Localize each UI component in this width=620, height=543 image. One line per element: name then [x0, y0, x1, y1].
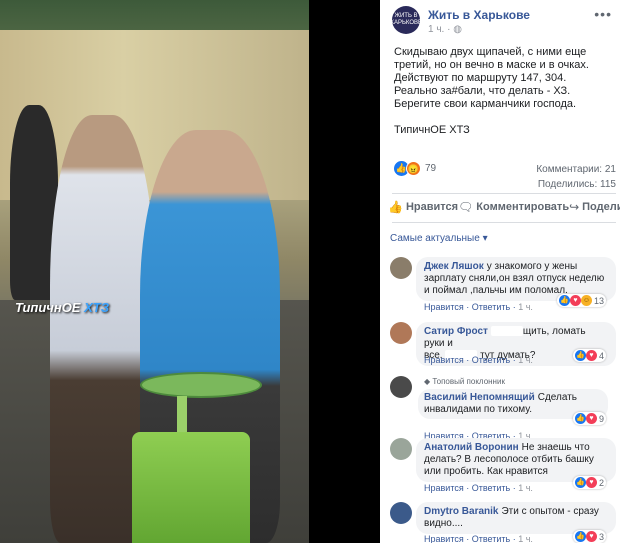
- like-reaction-icon: 👍: [574, 413, 586, 424]
- bin-pole: [177, 396, 187, 436]
- comment-actions: Нравится · Ответить · 1 ч.: [424, 534, 533, 543]
- love-reaction-icon: ♥: [585, 531, 597, 542]
- comment-time[interactable]: 1 ч.: [518, 534, 533, 543]
- post-stats: Комментарии: 21 Поделились: 115: [536, 162, 616, 192]
- comment-item: Анатолий Воронин Не знаешь что делать? В …: [390, 438, 618, 494]
- share-arrow-icon: ↪: [569, 200, 580, 214]
- comment-item: Сатир Фрост щить, ломать руки и все. тут …: [390, 322, 618, 366]
- avatar[interactable]: [390, 257, 412, 279]
- comment-actions: Нравится · Ответить · 1 ч.: [424, 355, 533, 365]
- comment-reply-link[interactable]: Ответить: [472, 302, 510, 312]
- avatar[interactable]: [390, 502, 412, 524]
- share-button[interactable]: ↪Поделиться: [569, 200, 620, 214]
- post-photo[interactable]: ТипичнОЕ ХТЗ: [0, 0, 309, 543]
- comment-reply-link[interactable]: Ответить: [472, 534, 510, 543]
- love-reaction-icon: ♥: [585, 413, 597, 424]
- post-text-line: Скидываю двух щипачей, с ними еще третий…: [394, 46, 589, 84]
- comment-time[interactable]: 1 ч.: [518, 302, 533, 312]
- comment-time[interactable]: 1 ч.: [518, 355, 533, 365]
- comment-actions: Нравится · Ответить · 1 ч.: [424, 302, 533, 312]
- comment-item: Джек Ляшок у знакомого у жены зарплату сн…: [390, 257, 618, 317]
- post-header: ЖИТЬ В ХАРЬКОВЕ Жить в Харькове 1 ч. · ◍…: [390, 6, 614, 36]
- comment-like-link[interactable]: Нравится: [424, 534, 464, 543]
- avatar[interactable]: [390, 376, 412, 398]
- thumbs-up-icon: 👍: [388, 200, 403, 214]
- commenter-name[interactable]: Dmytro Baranik: [424, 506, 498, 517]
- page-name-link[interactable]: Жить в Харькове: [428, 8, 530, 22]
- comment-item: Dmytro Baranik Эти с опытом - сразу видно…: [390, 502, 618, 543]
- commenter-name[interactable]: Джек Ляшок: [424, 261, 484, 272]
- like-reaction-icon: 👍: [558, 295, 570, 306]
- post-actions: 👍Нравится 🗨Комментировать ↪Поделиться: [388, 200, 620, 214]
- comment-item: ◆ Топовый поклонник Василий Непомнящий Сд…: [390, 376, 618, 441]
- reaction-count: 2: [598, 477, 604, 488]
- comments-count-link[interactable]: Комментарии: 21: [536, 162, 616, 177]
- comment-like-link[interactable]: Нравится: [424, 483, 464, 493]
- shares-count-link[interactable]: Поделились: 115: [536, 177, 616, 192]
- avatar[interactable]: [390, 322, 412, 344]
- like-reaction-icon: 👍: [574, 350, 586, 361]
- post-meta: 1 ч. · ◍: [428, 24, 462, 35]
- post-text-line: Реально за#бали, что делать - ХЗ. Береги…: [394, 85, 577, 110]
- angry-reaction-icon: 😠: [406, 161, 421, 176]
- like-reaction-icon: 👍: [574, 477, 586, 488]
- reaction-count: 9: [598, 413, 604, 424]
- like-button[interactable]: 👍 Нравится: [388, 200, 458, 214]
- like-reaction-icon: 👍: [574, 531, 586, 542]
- more-options-icon[interactable]: •••: [594, 6, 612, 22]
- reaction-count: 3: [598, 531, 604, 542]
- haha-reaction-icon: ☺: [580, 295, 592, 306]
- post-text-line: ТипичнОЕ ХТЗ: [394, 124, 470, 136]
- love-reaction-icon: ♥: [585, 477, 597, 488]
- trash-bin: [132, 432, 250, 543]
- avatar[interactable]: [390, 438, 412, 460]
- reaction-summary[interactable]: 👍 😠 79: [394, 161, 436, 176]
- commenter-name[interactable]: Анатолий Воронин: [424, 442, 519, 453]
- comment-reply-link[interactable]: Ответить: [472, 483, 510, 493]
- post-time[interactable]: 1 ч.: [428, 24, 444, 35]
- comment-reactions[interactable]: 👍 ♥ ☺ 13: [556, 294, 606, 307]
- top-fan-badge: ◆ Топовый поклонник: [424, 377, 505, 386]
- reaction-count: 4: [598, 350, 604, 361]
- comment-reactions[interactable]: 👍 ♥ 2: [572, 476, 606, 489]
- bin-lid: [140, 372, 262, 398]
- comment-bubble-icon: 🗨: [458, 200, 474, 214]
- commenter-name[interactable]: Василий Непомнящий: [424, 392, 535, 403]
- comment-actions: Нравится · Ответить · 1 ч.: [424, 483, 533, 493]
- lightbox-backdrop: [309, 0, 380, 543]
- divider: [392, 222, 616, 223]
- comment-reactions[interactable]: 👍 ♥ 9: [572, 412, 606, 425]
- reaction-count: 79: [425, 163, 437, 174]
- comment-reply-link[interactable]: Ответить: [472, 355, 510, 365]
- comment-sort-dropdown[interactable]: Самые актуальные ▾: [390, 233, 488, 244]
- globe-icon: · ◍: [447, 24, 462, 35]
- photo-watermark: ТипичнОЕ ХТЗ: [15, 300, 110, 315]
- comment-button[interactable]: 🗨 Комментировать: [458, 200, 569, 214]
- post-side-panel: ЖИТЬ В ХАРЬКОВЕ Жить в Харькове 1 ч. · ◍…: [380, 0, 620, 543]
- redacted-blur: [490, 326, 523, 337]
- commenter-name[interactable]: Сатир Фрост: [424, 326, 488, 337]
- comment-reactions[interactable]: 👍 ♥ 4: [572, 349, 606, 362]
- comment-like-link[interactable]: Нравится: [424, 355, 464, 365]
- love-reaction-icon: ♥: [585, 350, 597, 361]
- post-text: Скидываю двух щипачей, с ними еще третий…: [394, 46, 616, 150]
- love-reaction-icon: ♥: [569, 295, 581, 306]
- page-avatar[interactable]: ЖИТЬ В ХАРЬКОВЕ: [390, 6, 422, 34]
- reaction-count: 13: [593, 295, 604, 306]
- comment-like-link[interactable]: Нравится: [424, 302, 464, 312]
- divider: [392, 193, 616, 194]
- comment-time[interactable]: 1 ч.: [518, 483, 533, 493]
- comment-reactions[interactable]: 👍 ♥ 3: [572, 530, 606, 543]
